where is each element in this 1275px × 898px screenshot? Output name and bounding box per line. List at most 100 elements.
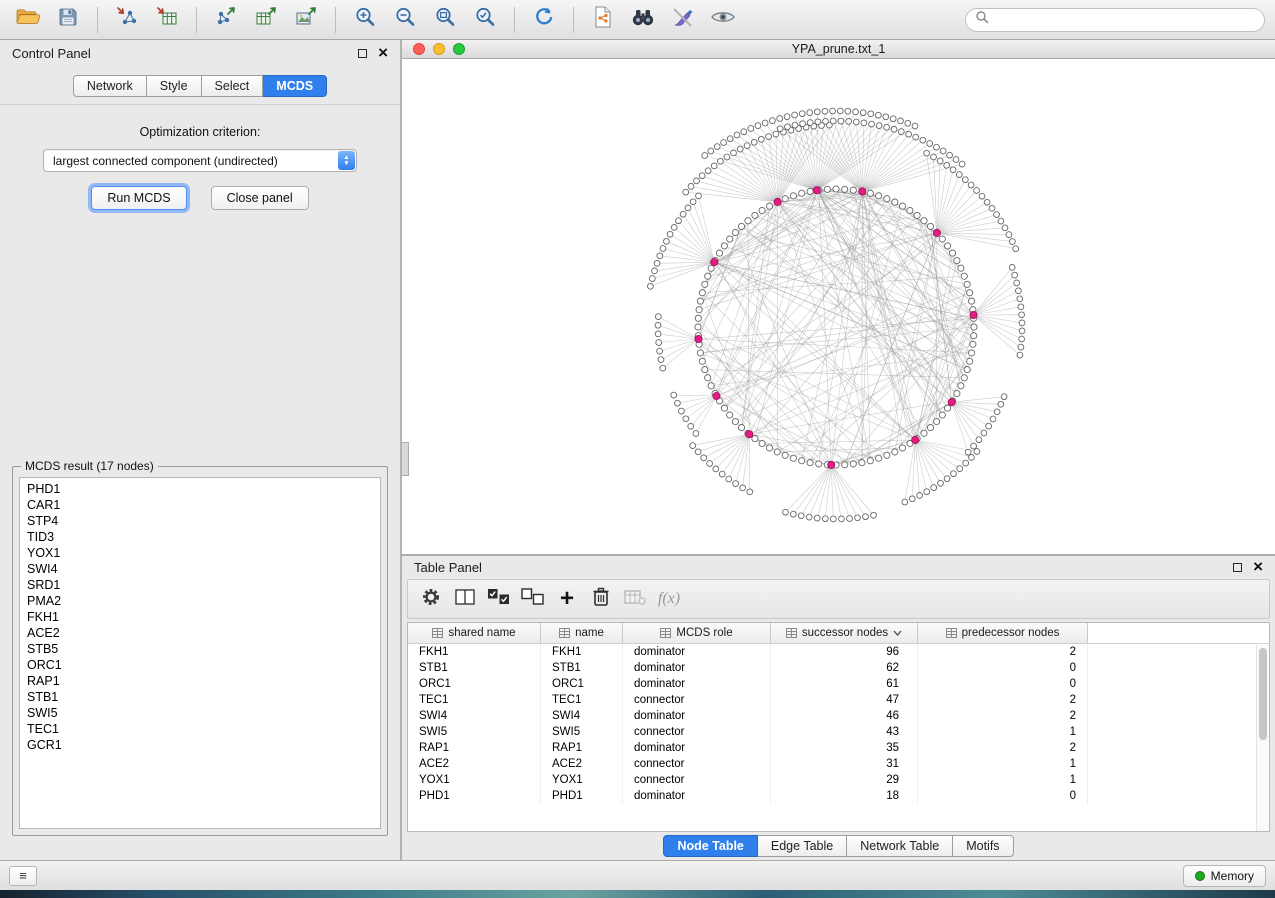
table-row[interactable]: RAP1RAP1dominator352 bbox=[408, 740, 1269, 756]
close-panel-button[interactable]: Close panel bbox=[211, 186, 309, 210]
tab-network-table[interactable]: Network Table bbox=[847, 835, 953, 857]
table-scrollbar[interactable] bbox=[1256, 645, 1269, 831]
column-header-predecessor-nodes[interactable]: predecessor nodes bbox=[918, 623, 1088, 643]
network-window-titlebar: YPA_prune.txt_1 bbox=[402, 40, 1275, 59]
mcds-result-item[interactable]: TID3 bbox=[27, 529, 380, 545]
float-panel-icon[interactable] bbox=[358, 49, 367, 58]
table-cell: 47 bbox=[771, 692, 918, 708]
share-document-button[interactable] bbox=[585, 4, 621, 36]
mcds-result-item[interactable]: TEC1 bbox=[27, 721, 380, 737]
table-settings-button[interactable] bbox=[414, 583, 448, 615]
save-floppy-icon bbox=[57, 6, 79, 33]
node-table: shared namenameMCDS rolesuccessor nodesp… bbox=[407, 622, 1270, 832]
table-row[interactable]: SWI4SWI4dominator462 bbox=[408, 708, 1269, 724]
tab-edge-table[interactable]: Edge Table bbox=[758, 835, 847, 857]
mcds-result-item[interactable]: PMA2 bbox=[27, 593, 380, 609]
table-row[interactable]: SWI5SWI5connector431 bbox=[408, 724, 1269, 740]
export-image-button[interactable] bbox=[288, 4, 324, 36]
select-all-columns-button[interactable] bbox=[482, 583, 516, 615]
zoom-in-button[interactable] bbox=[347, 4, 383, 36]
style-brush-icon bbox=[672, 6, 694, 33]
search-icon bbox=[975, 10, 989, 29]
export-table-button[interactable] bbox=[248, 4, 284, 36]
column-header-MCDS-role[interactable]: MCDS role bbox=[623, 623, 771, 643]
memory-button[interactable]: Memory bbox=[1183, 865, 1266, 887]
mcds-result-item[interactable]: STB1 bbox=[27, 689, 380, 705]
function-builder-button[interactable]: f(x) bbox=[652, 583, 686, 615]
tab-motifs[interactable]: Motifs bbox=[953, 835, 1013, 857]
column-header-name[interactable]: name bbox=[541, 623, 623, 643]
table-row[interactable]: ORC1ORC1dominator610 bbox=[408, 676, 1269, 692]
tab-select[interactable]: Select bbox=[202, 75, 264, 97]
table-grid-icon bbox=[946, 628, 957, 638]
show-hide-button[interactable] bbox=[705, 4, 741, 36]
column-header-successor-nodes[interactable]: successor nodes bbox=[771, 623, 918, 643]
close-table-panel-icon[interactable]: × bbox=[1253, 562, 1263, 572]
add-column-button[interactable]: + bbox=[550, 583, 584, 615]
table-row[interactable]: TEC1TEC1connector472 bbox=[408, 692, 1269, 708]
function-icon: f(x) bbox=[658, 590, 680, 608]
network-canvas[interactable] bbox=[402, 59, 1272, 554]
status-bar: ≡ Memory bbox=[0, 860, 1275, 890]
export-network-button[interactable] bbox=[208, 4, 244, 36]
deselect-all-columns-button[interactable] bbox=[516, 583, 550, 615]
splitter-handle[interactable] bbox=[402, 442, 409, 476]
mcds-result-title: MCDS result (17 nodes) bbox=[21, 459, 158, 473]
table-cell: connector bbox=[623, 756, 771, 772]
run-mcds-button[interactable]: Run MCDS bbox=[91, 186, 186, 210]
mcds-result-item[interactable]: ACE2 bbox=[27, 625, 380, 641]
control-panel-tabs: NetworkStyleSelectMCDS bbox=[0, 66, 400, 105]
tab-node-table[interactable]: Node Table bbox=[663, 835, 757, 857]
zoom-out-button[interactable] bbox=[387, 4, 423, 36]
open-file-button[interactable] bbox=[10, 4, 46, 36]
tab-style[interactable]: Style bbox=[147, 75, 202, 97]
tab-network[interactable]: Network bbox=[73, 75, 147, 97]
float-table-panel-icon[interactable] bbox=[1233, 563, 1242, 572]
table-cell: SWI4 bbox=[408, 708, 541, 724]
tab-mcds[interactable]: MCDS bbox=[263, 75, 327, 97]
minimize-window-icon[interactable] bbox=[433, 43, 445, 55]
table-row[interactable]: ACE2ACE2connector311 bbox=[408, 756, 1269, 772]
mcds-result-item[interactable]: GCR1 bbox=[27, 737, 380, 753]
close-panel-icon[interactable]: × bbox=[378, 48, 388, 58]
save-button[interactable] bbox=[50, 4, 86, 36]
table-row[interactable]: PHD1PHD1dominator180 bbox=[408, 788, 1269, 804]
maximize-window-icon[interactable] bbox=[453, 43, 465, 55]
import-network-button[interactable] bbox=[109, 4, 145, 36]
mcds-result-item[interactable]: SRD1 bbox=[27, 577, 380, 593]
refresh-button[interactable] bbox=[526, 4, 562, 36]
panel-menu-button[interactable]: ≡ bbox=[9, 866, 37, 886]
mcds-result-item[interactable]: YOX1 bbox=[27, 545, 380, 561]
table-row[interactable]: FKH1FKH1dominator962 bbox=[408, 644, 1269, 660]
close-window-icon[interactable] bbox=[413, 43, 425, 55]
scrollbar-thumb[interactable] bbox=[1259, 648, 1267, 740]
mcds-result-item[interactable]: SWI5 bbox=[27, 705, 380, 721]
column-header-shared-name[interactable]: shared name bbox=[408, 623, 541, 643]
mcds-result-item[interactable]: ORC1 bbox=[27, 657, 380, 673]
optimization-criterion-label: Optimization criterion: bbox=[0, 125, 400, 139]
zoom-selected-icon bbox=[473, 5, 497, 34]
criterion-dropdown[interactable]: largest connected component (undirected)… bbox=[43, 149, 357, 172]
table-row[interactable]: YOX1YOX1connector291 bbox=[408, 772, 1269, 788]
search-network-button[interactable] bbox=[625, 4, 661, 36]
import-table-button[interactable] bbox=[149, 4, 185, 36]
show-columns-button[interactable] bbox=[448, 583, 482, 615]
table-cell: STB1 bbox=[541, 660, 623, 676]
mcds-result-item[interactable]: STP4 bbox=[27, 513, 380, 529]
mcds-result-item[interactable]: CAR1 bbox=[27, 497, 380, 513]
mcds-result-item[interactable]: SWI4 bbox=[27, 561, 380, 577]
table-row[interactable]: STB1STB1dominator620 bbox=[408, 660, 1269, 676]
mcds-result-item[interactable]: RAP1 bbox=[27, 673, 380, 689]
delete-table-button[interactable] bbox=[618, 583, 652, 615]
table-cell: 0 bbox=[918, 660, 1088, 676]
mcds-result-item[interactable]: STB5 bbox=[27, 641, 380, 657]
table-cell: RAP1 bbox=[541, 740, 623, 756]
table-grid-icon bbox=[660, 628, 671, 638]
mcds-result-item[interactable]: PHD1 bbox=[27, 481, 380, 497]
search-input[interactable] bbox=[995, 12, 1255, 28]
zoom-selected-button[interactable] bbox=[467, 4, 503, 36]
mcds-result-item[interactable]: FKH1 bbox=[27, 609, 380, 625]
zoom-fit-button[interactable] bbox=[427, 4, 463, 36]
style-toggle-button[interactable] bbox=[665, 4, 701, 36]
delete-column-button[interactable] bbox=[584, 583, 618, 615]
